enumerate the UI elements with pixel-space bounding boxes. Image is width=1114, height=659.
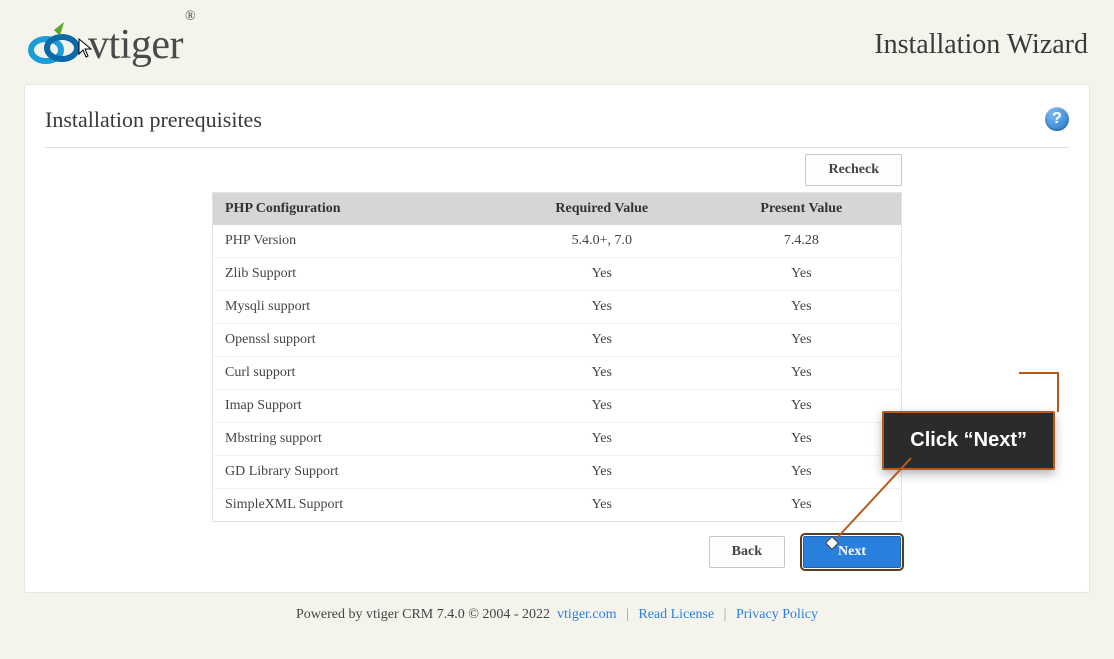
cell-required: Yes	[502, 456, 702, 489]
cell-present: 7.4.28	[702, 225, 902, 258]
cell-config: Imap Support	[213, 390, 502, 423]
cell-required: Yes	[502, 357, 702, 390]
brand-logo: vtiger®	[26, 20, 193, 70]
recheck-button[interactable]: Recheck	[805, 154, 902, 186]
cell-required: Yes	[502, 489, 702, 522]
table-row: Curl supportYesYes	[213, 357, 902, 390]
cell-required: Yes	[502, 390, 702, 423]
brand-text: vtiger®	[88, 21, 193, 69]
vtiger-logo-icon	[26, 20, 82, 70]
table-row: GD Library SupportYesYes	[213, 456, 902, 489]
table-row: Openssl supportYesYes	[213, 324, 902, 357]
cell-present: Yes	[702, 258, 902, 291]
cell-required: Yes	[502, 423, 702, 456]
cell-config: Openssl support	[213, 324, 502, 357]
divider	[45, 147, 1069, 148]
th-present: Present Value	[702, 193, 902, 226]
table-row: Imap SupportYesYes	[213, 390, 902, 423]
cell-config: SimpleXML Support	[213, 489, 502, 522]
cell-present: Yes	[702, 456, 902, 489]
cell-present: Yes	[702, 489, 902, 522]
page-title: Installation prerequisites	[45, 107, 262, 133]
cell-required: Yes	[502, 324, 702, 357]
cell-present: Yes	[702, 357, 902, 390]
th-config: PHP Configuration	[213, 193, 502, 226]
table-row: SimpleXML SupportYesYes	[213, 489, 902, 522]
cell-config: PHP Version	[213, 225, 502, 258]
cell-config: Mysqli support	[213, 291, 502, 324]
cell-present: Yes	[702, 291, 902, 324]
footer-site-link[interactable]: vtiger.com	[557, 607, 617, 622]
annotation-corner	[1019, 372, 1059, 412]
wizard-card: Installation prerequisites ? Recheck PHP…	[24, 84, 1090, 593]
cell-config: Curl support	[213, 357, 502, 390]
cell-config: Mbstring support	[213, 423, 502, 456]
cell-config: Zlib Support	[213, 258, 502, 291]
help-icon[interactable]: ?	[1045, 107, 1069, 131]
prerequisites-table: PHP Configuration Required Value Present…	[212, 192, 902, 522]
th-required: Required Value	[502, 193, 702, 226]
cell-required: Yes	[502, 291, 702, 324]
cell-present: Yes	[702, 324, 902, 357]
footer: Powered by vtiger CRM 7.4.0 © 2004 - 202…	[0, 593, 1114, 637]
table-row: Zlib SupportYesYes	[213, 258, 902, 291]
annotation-callout: Click “Next”	[882, 411, 1055, 470]
cell-present: Yes	[702, 423, 902, 456]
annotation-text: Click “Next”	[910, 429, 1027, 451]
footer-powered: Powered by vtiger CRM 7.4.0 © 2004 - 202…	[296, 607, 550, 622]
table-row: PHP Version5.4.0+, 7.07.4.28	[213, 225, 902, 258]
back-button[interactable]: Back	[709, 536, 785, 568]
cell-present: Yes	[702, 390, 902, 423]
table-row: Mbstring supportYesYes	[213, 423, 902, 456]
cell-config: GD Library Support	[213, 456, 502, 489]
table-row: Mysqli supportYesYes	[213, 291, 902, 324]
wizard-title: Installation Wizard	[874, 29, 1088, 61]
next-button[interactable]: Next	[803, 536, 901, 568]
cell-required: Yes	[502, 258, 702, 291]
footer-license-link[interactable]: Read License	[638, 607, 714, 622]
cell-required: 5.4.0+, 7.0	[502, 225, 702, 258]
footer-privacy-link[interactable]: Privacy Policy	[736, 607, 818, 622]
